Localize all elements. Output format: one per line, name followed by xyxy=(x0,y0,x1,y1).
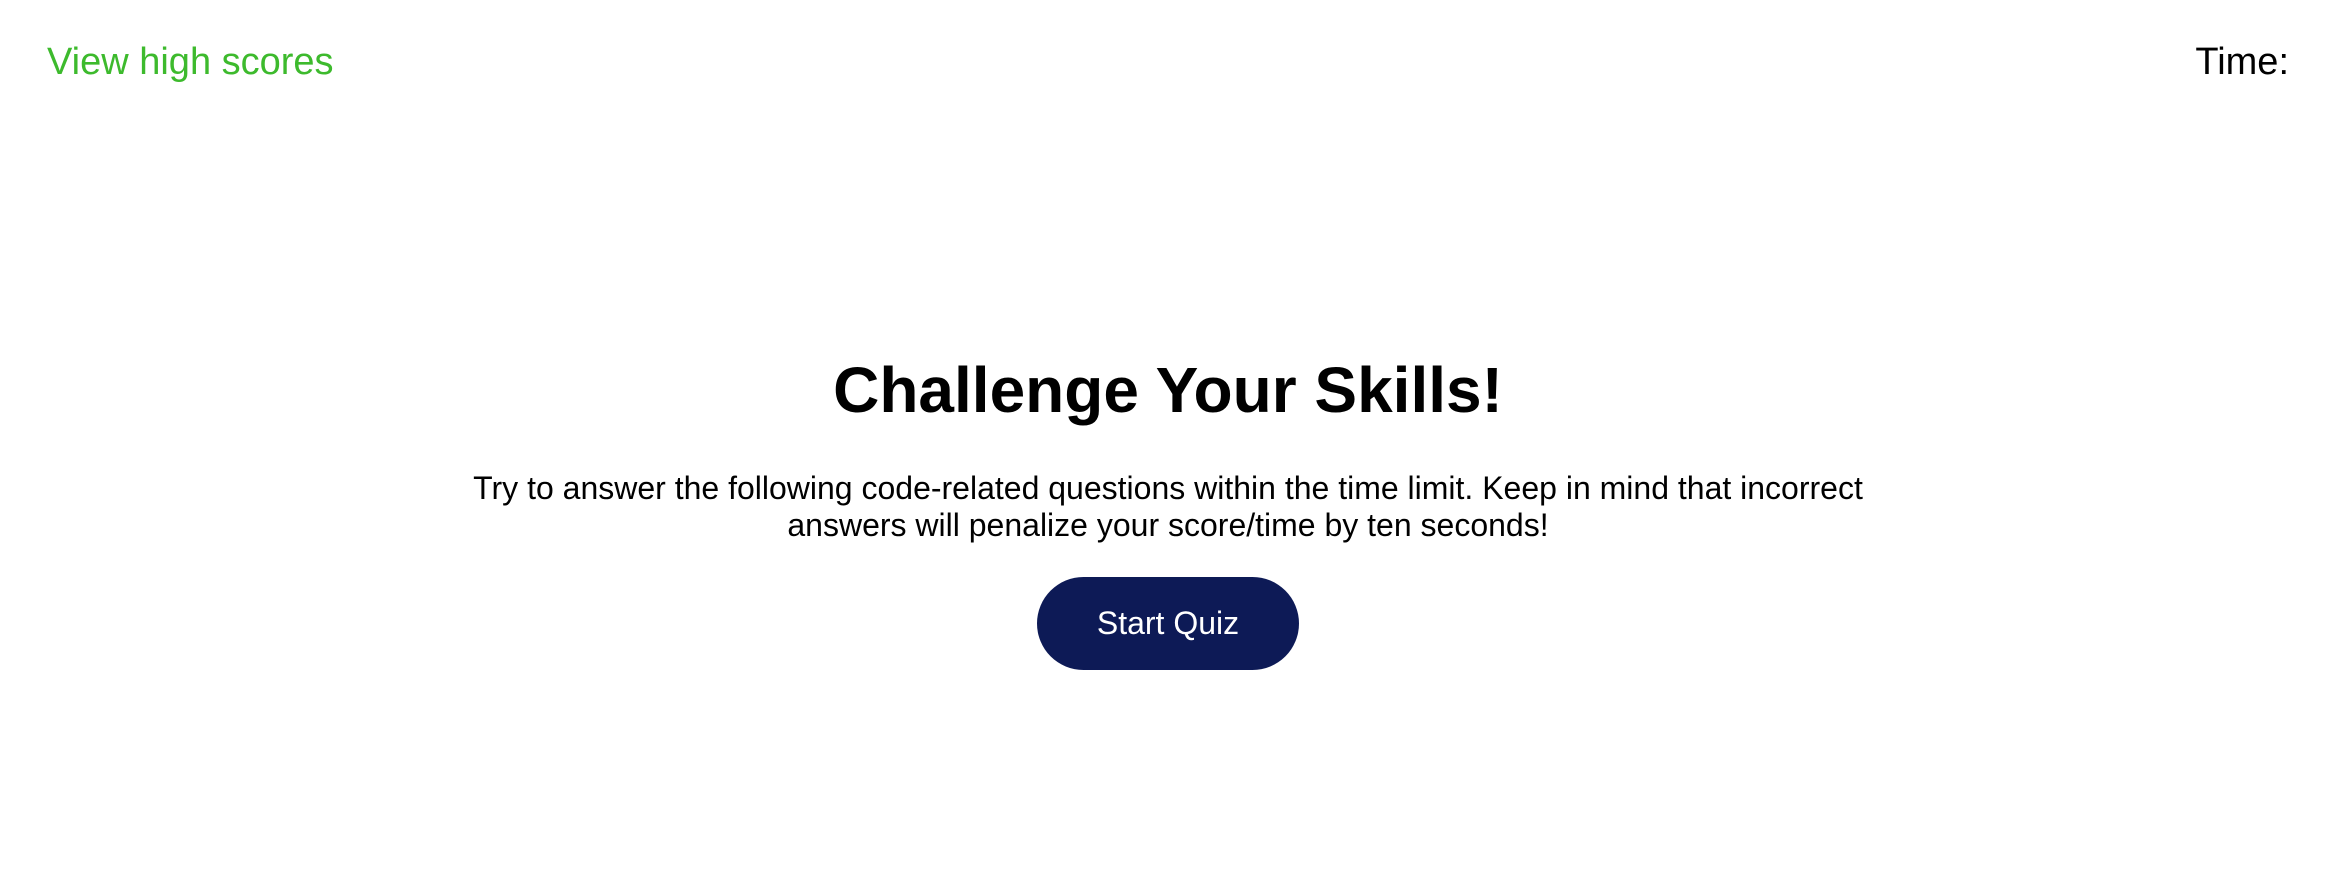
page-title: Challenge Your Skills! xyxy=(833,354,1503,426)
quiz-description: Try to answer the following code-related… xyxy=(473,470,1863,543)
timer-label: Time: xyxy=(2195,41,2289,83)
start-quiz-button[interactable]: Start Quiz xyxy=(1037,577,1299,670)
intro-section: Challenge Your Skills! Try to answer the… xyxy=(0,350,2336,670)
quiz-page: View high scores Time: Challenge Your Sk… xyxy=(0,0,2336,886)
view-high-scores-link[interactable]: View high scores xyxy=(47,38,334,86)
